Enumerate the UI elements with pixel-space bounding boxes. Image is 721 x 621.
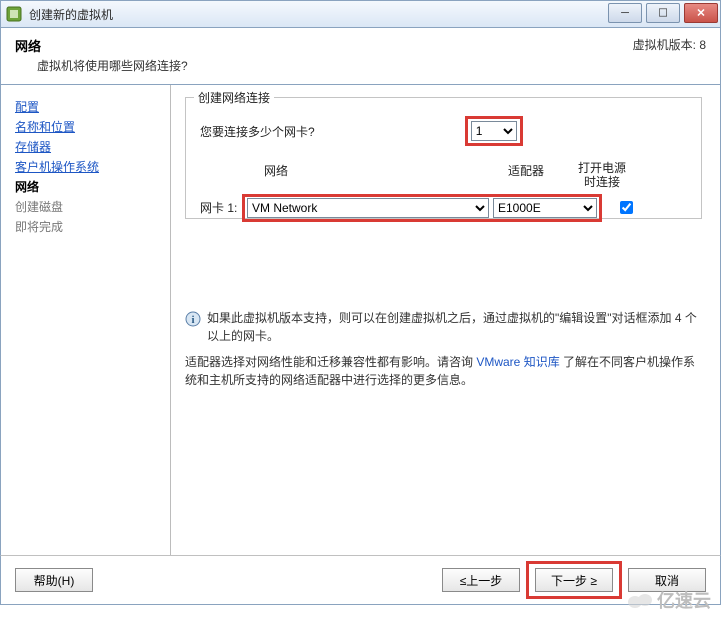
sidebar-step-ready: 即将完成 bbox=[15, 218, 162, 235]
help-button[interactable]: 帮助(H) bbox=[15, 568, 93, 592]
kb-link[interactable]: VMware 知识库 bbox=[476, 355, 559, 369]
wizard-body: 配置 名称和位置 存储器 客户机操作系统 网络 创建磁盘 即将完成 创建网络连接… bbox=[0, 85, 721, 555]
window-controls: ─ ☐ ✕ bbox=[606, 1, 720, 27]
back-button[interactable]: ≤上一步 bbox=[442, 568, 520, 592]
info-paragraph-2: 适配器选择对网络性能和迁移兼容性都有影响。请咨询 VMware 知识库 了解在不… bbox=[185, 353, 702, 389]
nic1-adapter-select[interactable]: E1000E bbox=[493, 198, 597, 218]
nic1-network-select[interactable]: VM Network bbox=[247, 198, 489, 218]
window-title: 创建新的虚拟机 bbox=[29, 6, 606, 23]
sidebar-step-config[interactable]: 配置 bbox=[15, 98, 162, 115]
cancel-button[interactable]: 取消 bbox=[628, 568, 706, 592]
group-legend: 创建网络连接 bbox=[194, 89, 274, 106]
wizard-main-panel: 创建网络连接 您要连接多少个网卡? 1 网络 适配器 打开电源 时连接 网卡 1 bbox=[171, 85, 720, 555]
nic1-highlight: VM Network E1000E bbox=[242, 194, 602, 222]
wizard-footer: 帮助(H) ≤上一步 下一步 ≥ 取消 bbox=[0, 555, 721, 605]
nic-count-select[interactable]: 1 bbox=[471, 121, 517, 141]
sidebar-step-network: 网络 bbox=[15, 178, 162, 195]
nic-count-row: 您要连接多少个网卡? 1 bbox=[200, 116, 687, 146]
sidebar-step-guest-os[interactable]: 客户机操作系统 bbox=[15, 158, 162, 175]
svg-text:i: i bbox=[191, 314, 194, 326]
nic-row-1: 网卡 1: VM Network E1000E bbox=[200, 194, 687, 222]
col-header-adapter: 适配器 bbox=[508, 162, 544, 190]
wizard-header: 网络 虚拟机将使用哪些网络连接? 虚拟机版本: 8 bbox=[0, 28, 721, 85]
close-button[interactable]: ✕ bbox=[684, 3, 718, 23]
minimize-button[interactable]: ─ bbox=[608, 3, 642, 23]
nic1-connect-checkbox[interactable] bbox=[620, 201, 633, 214]
col-header-network: 网络 bbox=[264, 162, 288, 190]
maximize-button[interactable]: ☐ bbox=[646, 3, 680, 23]
col-header-connect: 打开电源 时连接 bbox=[578, 162, 626, 190]
network-connection-group: 创建网络连接 您要连接多少个网卡? 1 网络 适配器 打开电源 时连接 网卡 1 bbox=[185, 97, 702, 219]
nic1-label: 网卡 1: bbox=[200, 199, 242, 216]
next-button-highlight: 下一步 ≥ bbox=[526, 561, 622, 599]
sidebar-step-storage[interactable]: 存储器 bbox=[15, 138, 162, 155]
wizard-steps-sidebar: 配置 名称和位置 存储器 客户机操作系统 网络 创建磁盘 即将完成 bbox=[1, 85, 171, 555]
next-button[interactable]: 下一步 ≥ bbox=[535, 568, 613, 592]
vm-version-label: 虚拟机版本: 8 bbox=[633, 36, 706, 53]
nic-column-headers: 网络 适配器 打开电源 时连接 bbox=[200, 162, 687, 190]
sidebar-step-create-disk: 创建磁盘 bbox=[15, 198, 162, 215]
info-paragraph-1: 如果此虚拟机版本支持，则可以在创建虚拟机之后，通过虚拟机的"编辑设置"对话框添加… bbox=[207, 309, 702, 345]
nic-count-highlight: 1 bbox=[465, 116, 523, 146]
app-icon bbox=[5, 5, 23, 23]
info-icon: i bbox=[185, 311, 201, 345]
nic-count-question: 您要连接多少个网卡? bbox=[200, 123, 315, 140]
page-description: 虚拟机将使用哪些网络连接? bbox=[37, 57, 706, 74]
page-title: 网络 bbox=[15, 36, 706, 55]
title-bar: 创建新的虚拟机 ─ ☐ ✕ bbox=[0, 0, 721, 28]
info-block: i 如果此虚拟机版本支持，则可以在创建虚拟机之后，通过虚拟机的"编辑设置"对话框… bbox=[185, 309, 702, 389]
sidebar-step-name-location[interactable]: 名称和位置 bbox=[15, 118, 162, 135]
